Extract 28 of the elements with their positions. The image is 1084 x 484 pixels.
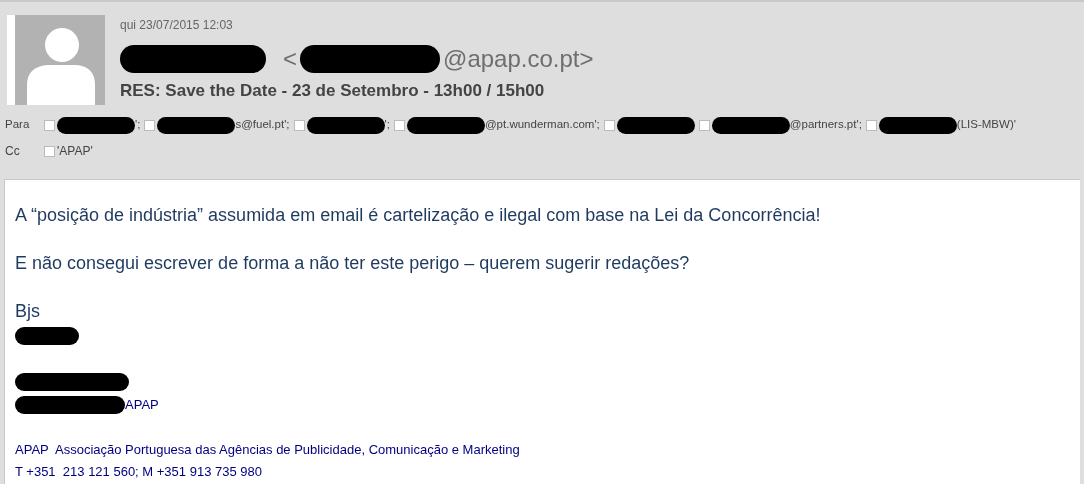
field-label: Cc [5,143,21,160]
recipient-checkbox[interactable] [698,119,710,131]
recipient-checkbox[interactable] [865,119,877,131]
sender-bracket: < [283,44,297,74]
sent-date: qui 23/07/2015 12:03 [120,17,234,34]
message-paragraph: E não consegui escrever de forma a não ter este perigo – querem sugerir redações? [15,252,691,275]
recipient-checkbox[interactable] [144,119,156,131]
recipient-address: @partners.pt'; [789,117,862,133]
recipient-address: s@fuel.pt'; [235,117,290,133]
contact-numbers: T +351 213 121 560; M +351 913 735 980 [15,462,263,481]
recipient-address: '; [135,117,141,133]
recipient-address: '; [384,117,390,133]
recipient-checkbox[interactable] [393,119,405,131]
recipient-address: (LIS-MBW)' [956,117,1016,133]
sender-address: @apap.co.pt> [443,44,594,74]
email-subject: RES: Save the Date - 23 de Setembro - 13h00 / 15h00 [120,80,546,102]
recipient-checkbox[interactable] [44,145,55,157]
avatar-icon [7,15,105,105]
recipient-address: @pt.wunderman.com'; [484,117,600,133]
recipient-checkbox[interactable] [603,119,615,131]
message-paragraph: A “posição de indústria” assumida em email é cartelização e ilegal com base na Lei da Concorrência! [15,204,822,227]
signature-text: APAP [125,396,159,415]
recipient-checkbox[interactable] [293,119,305,131]
sign-off: Bjs [15,300,41,323]
organization-name: APAP Associação Portuguesa das Agências de Publicidade, Comunicação e Marketing [15,441,521,459]
field-label: Para [5,117,31,133]
recipient-checkbox[interactable] [44,119,55,131]
recipient-address: 'APAP' [57,143,93,160]
